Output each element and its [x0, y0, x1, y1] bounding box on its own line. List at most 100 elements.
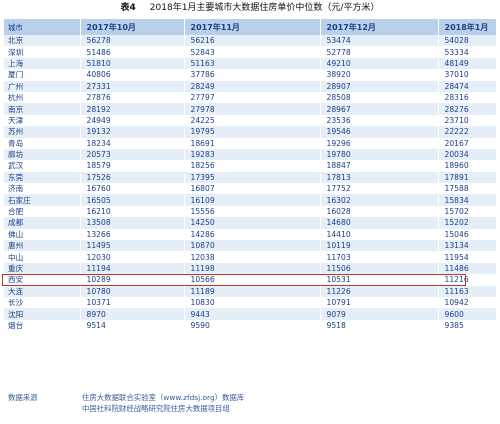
cell-nov-2017: 27978	[184, 103, 321, 115]
cell-nov-2017: 18691	[184, 137, 321, 149]
cell-jan-2018: 53334	[438, 46, 497, 58]
source-line-2: 中国社科院财经战略研究院住房大数据项目组	[82, 404, 230, 413]
cell-dec-2017: 10119	[320, 240, 439, 252]
cell-jan-2018: 9600	[438, 308, 497, 320]
table-number: 表4	[120, 3, 136, 13]
cell-dec-2017: 17752	[320, 183, 439, 195]
cell-nov-2017: 10566	[184, 274, 321, 286]
table-row: 武汉 18579 18256 18847 18960	[4, 160, 497, 172]
table-row: 青岛 18234 18691 19296 20167	[4, 137, 497, 149]
cell-oct-2017: 40806	[80, 69, 185, 81]
table-row: 廊坊 20573 19283 19780 20034	[4, 148, 497, 161]
table-row: 烟台 9514 9590 9518 9385	[4, 319, 497, 332]
header-2017-11: 2017年11月	[184, 19, 321, 35]
cell-dec-2017: 14410	[320, 228, 439, 241]
cell-dec-2017: 23536	[320, 114, 439, 127]
cell-oct-2017: 11495	[80, 240, 185, 252]
cell-city: 上海	[4, 57, 81, 70]
cell-jan-2018: 28316	[438, 91, 497, 104]
table-body: 北京 56278 56216 53474 54028 深圳 51486 52843 52778 5…	[4, 35, 497, 332]
cell-oct-2017: 10371	[80, 296, 185, 309]
table-row: 石家庄 16505 16109 16302 15834	[4, 194, 497, 206]
cell-city: 北京	[4, 35, 81, 47]
source-label: 数据来源	[8, 393, 38, 402]
cell-jan-2018: 9385	[438, 319, 497, 332]
cell-nov-2017: 27797	[184, 91, 321, 104]
cell-city: 青岛	[4, 137, 81, 149]
cell-nov-2017: 14286	[184, 228, 321, 241]
source-line-1: 住房大数据联合实验室（www.zfdsj.org）数据库	[82, 393, 245, 402]
table-row: 西安 10289 10566 10531 11216	[4, 274, 497, 286]
cell-nov-2017: 16109	[184, 194, 321, 206]
cell-oct-2017: 20573	[80, 148, 185, 161]
cell-dec-2017: 11226	[320, 285, 439, 297]
cell-jan-2018: 37010	[438, 69, 497, 81]
cell-oct-2017: 10289	[80, 274, 185, 286]
table-row: 苏州 19132 19795 19546 22222	[4, 126, 497, 138]
cell-oct-2017: 27331	[80, 80, 185, 92]
cell-oct-2017: 28192	[80, 103, 185, 115]
table-caption: 2018年1月主要城市大数据住房单价中位数（元/平方米）	[149, 3, 380, 13]
header-2017-12: 2017年12月	[320, 19, 439, 35]
cell-jan-2018: 11954	[438, 251, 497, 263]
table-row: 广州 27331 28249 28907 28474	[4, 80, 497, 92]
cell-city: 杭州	[4, 91, 81, 104]
table-row: 惠州 11495 10870 10119 13134	[4, 240, 497, 252]
cell-nov-2017: 52843	[184, 46, 321, 58]
cell-dec-2017: 19296	[320, 137, 439, 149]
cell-oct-2017: 27876	[80, 91, 185, 104]
cell-nov-2017: 10830	[184, 296, 321, 309]
cell-jan-2018: 11163	[438, 285, 497, 297]
cell-jan-2018: 28276	[438, 103, 497, 115]
cell-city: 烟台	[4, 319, 81, 332]
cell-dec-2017: 19780	[320, 148, 439, 161]
cell-jan-2018: 22222	[438, 126, 497, 138]
cell-city: 合肥	[4, 205, 81, 218]
cell-city: 南京	[4, 103, 81, 115]
table-row: 成都 13508 14250 14680 15202	[4, 217, 497, 229]
cell-dec-2017: 16302	[320, 194, 439, 206]
cell-nov-2017: 15556	[184, 205, 321, 218]
cell-jan-2018: 15702	[438, 205, 497, 218]
cell-nov-2017: 37786	[184, 69, 321, 81]
cell-city: 武汉	[4, 160, 81, 172]
cell-dec-2017: 53474	[320, 35, 439, 47]
table-row: 天津 24949 24225 23536 23710	[4, 114, 497, 127]
cell-oct-2017: 10780	[80, 285, 185, 297]
cell-nov-2017: 17395	[184, 171, 321, 184]
cell-nov-2017: 11189	[184, 285, 321, 297]
table-row: 深圳 51486 52843 52778 53334	[4, 46, 497, 58]
cell-dec-2017: 28967	[320, 103, 439, 115]
cell-city: 厦门	[4, 69, 81, 81]
cell-jan-2018: 23710	[438, 114, 497, 127]
table-row: 佛山 13266 14286 14410 15046	[4, 228, 497, 241]
cell-oct-2017: 11194	[80, 262, 185, 275]
header-2017-10: 2017年10月	[80, 19, 185, 35]
cell-nov-2017: 9443	[184, 308, 321, 320]
cell-jan-2018: 15834	[438, 194, 497, 206]
cell-jan-2018: 28474	[438, 80, 497, 92]
table-row: 沈阳 8970 9443 9079 9600	[4, 308, 497, 320]
cell-dec-2017: 52778	[320, 46, 439, 58]
cell-city: 苏州	[4, 126, 81, 138]
cell-jan-2018: 48149	[438, 57, 497, 70]
header-2018-01: 2018年1月	[438, 19, 497, 35]
cell-dec-2017: 9518	[320, 319, 439, 332]
cell-dec-2017: 10791	[320, 296, 439, 309]
cell-oct-2017: 16210	[80, 205, 185, 218]
cell-nov-2017: 18256	[184, 160, 321, 172]
cell-oct-2017: 12030	[80, 251, 185, 263]
cell-city: 中山	[4, 251, 81, 263]
cell-jan-2018: 13134	[438, 240, 497, 252]
cell-nov-2017: 16807	[184, 183, 321, 195]
cell-jan-2018: 15202	[438, 217, 497, 229]
table-row: 重庆 11194 11198 11506 11486	[4, 262, 497, 275]
price-table: 城市 2017年10月 2017年11月 2017年12月 2018年1月 北京…	[4, 19, 497, 332]
table-row: 大连 10780 11189 11226 11163	[4, 285, 497, 297]
cell-city: 西安	[4, 274, 81, 286]
page: 表4 2018年1月主要城市大数据住房单价中位数（元/平方米） 城市 2017年1…	[0, 0, 500, 424]
table-row: 杭州 27876 27797 28508 28316	[4, 91, 497, 104]
cell-oct-2017: 9514	[80, 319, 185, 332]
cell-jan-2018: 54028	[438, 35, 497, 47]
cell-city: 天津	[4, 114, 81, 127]
